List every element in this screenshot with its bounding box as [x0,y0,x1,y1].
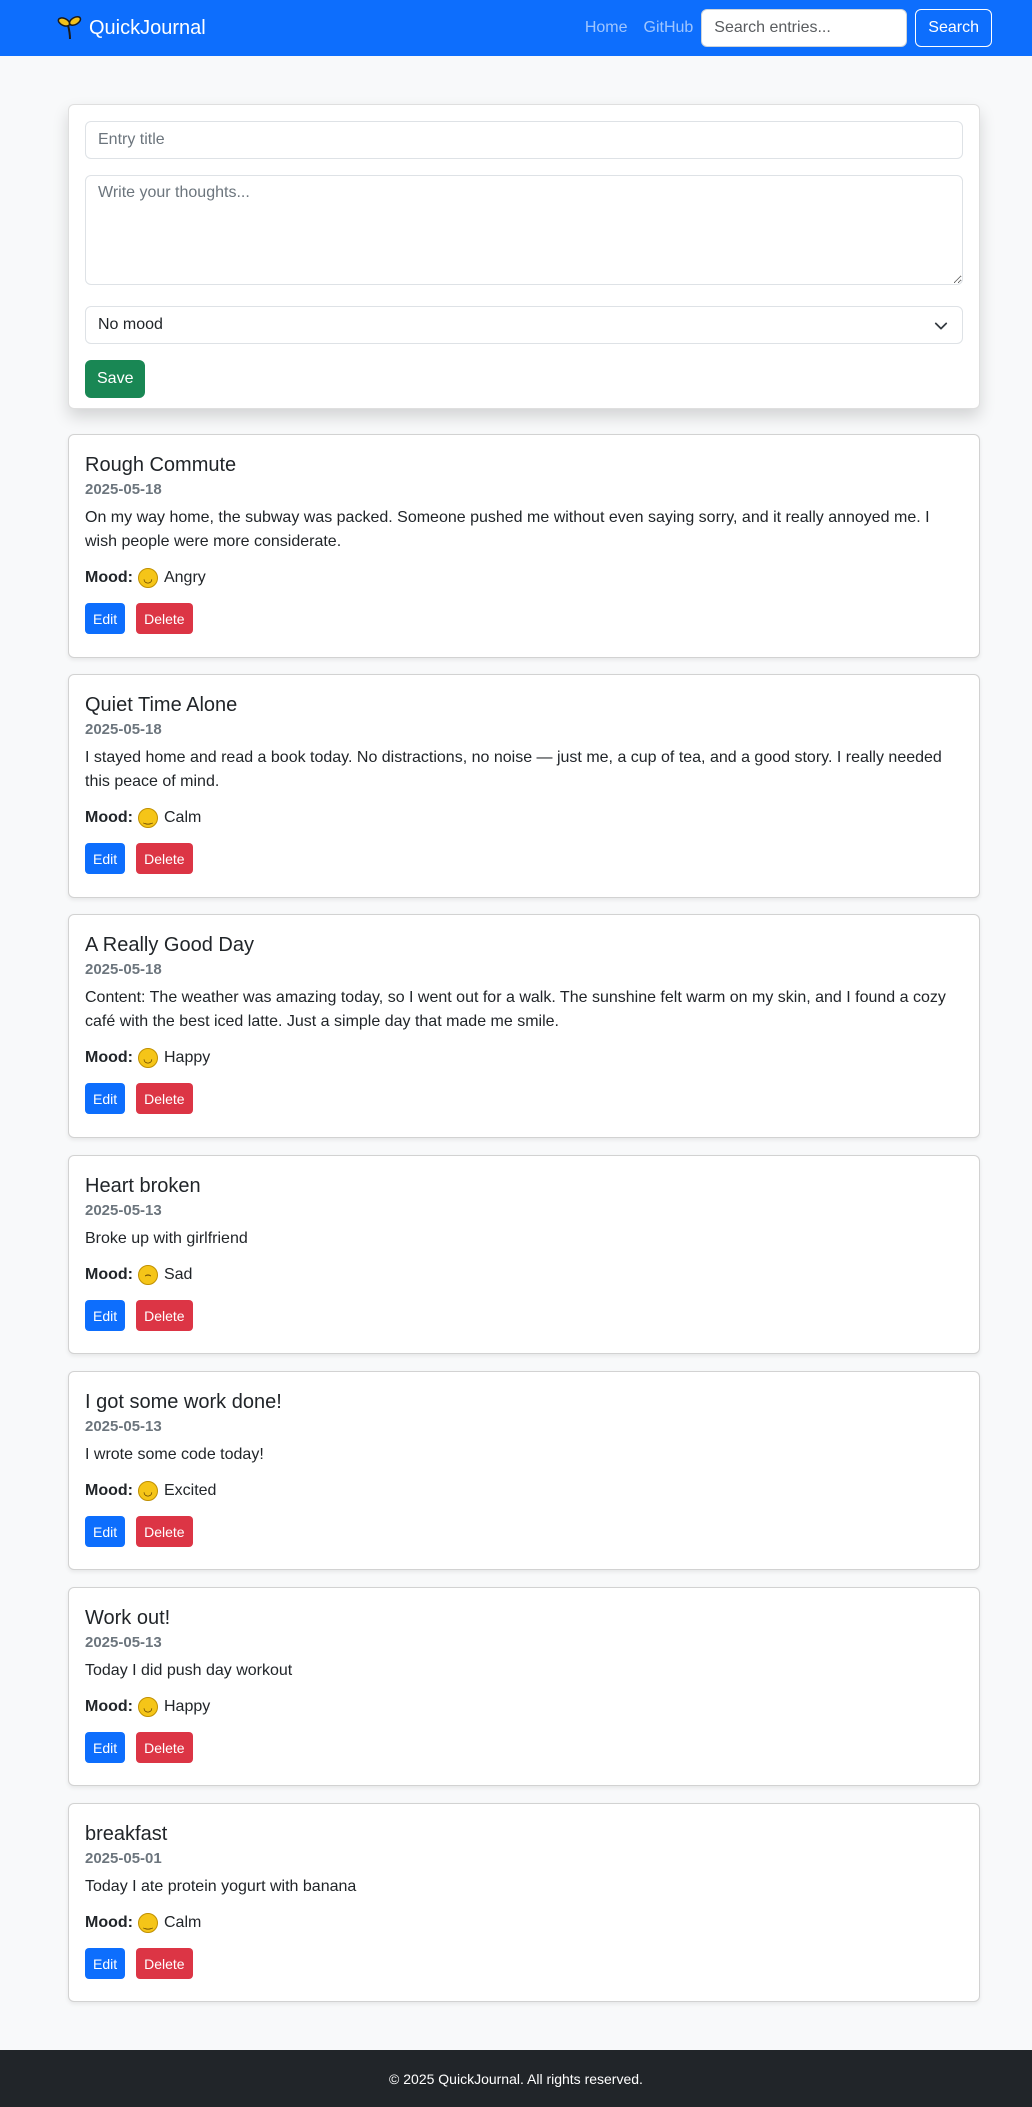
excited-face-icon: ◡ [137,1481,158,1501]
entry-mood: Mood: ‿ Calm [85,1913,963,1933]
mood-label: Mood: [85,1482,133,1499]
entry-mood: Mood: ◡ Excited [85,1481,963,1501]
entry-card: I got some work done! 2025-05-13 I wrote s… [68,1371,980,1570]
happy-face-icon: ◡ [137,1048,158,1068]
delete-button[interactable]: Delete [136,1516,193,1547]
nav-link-home[interactable]: Home [585,19,628,37]
entry-content: On my way home, the subway was packed. S… [85,509,930,550]
entry-mood: Mood: ◡ Angry [85,568,963,588]
edit-button[interactable]: Edit [85,1083,126,1114]
entry-date: 2025-05-18 [85,721,162,738]
mood-label: Mood: [85,569,133,586]
entry-card: Rough Commute 2025-05-18 On my way home, t… [68,434,980,658]
edit-button[interactable]: Edit [85,1732,126,1763]
entry-card: Heart broken 2025-05-13 Broke up with girl… [68,1155,980,1354]
new-entry-form: No mood Save [68,104,980,409]
entry-date: 2025-05-18 [85,481,162,498]
edit-button[interactable]: Edit [85,1300,126,1331]
entry-content: Broke up with girlfriend [85,1230,248,1247]
brand-name: QuickJournal [89,16,206,39]
mood-label: Mood: [85,1914,133,1931]
delete-button[interactable]: Delete [136,603,193,634]
mood-label: Mood: [85,1049,133,1066]
entry-title-input[interactable] [85,121,963,159]
entry-date: 2025-05-18 [85,961,162,978]
entry-date: 2025-05-13 [85,1202,162,1219]
mood-label: Mood: [85,809,133,826]
edit-button[interactable]: Edit [85,603,126,634]
nav-link-github[interactable]: GitHub [644,19,694,37]
mood-label: Mood: [85,1266,133,1283]
brand[interactable]: QuickJournal [57,15,206,41]
entry-mood: Mood: ◡ Happy [85,1697,963,1717]
happy-face-icon: ◡ [137,1697,158,1717]
delete-button[interactable]: Delete [136,1732,193,1763]
entry-card: A Really Good Day 2025-05-18 Content: The … [68,914,980,1138]
sad-face-icon: ⌢ [137,1265,158,1285]
entry-title: I got some work done! [85,1391,282,1413]
calm-face-icon: ‿ [137,1913,158,1933]
delete-button[interactable]: Delete [136,1300,193,1331]
entry-title: Rough Commute [85,454,237,476]
entry-mood: Mood: ‿ Calm [85,808,963,828]
mood-value: Happy [163,1698,211,1715]
entry-date: 2025-05-01 [85,1850,162,1867]
sprout-logo-icon [57,15,82,40]
footer-text: © 2025 QuickJournal. All rights reserved… [389,2070,643,2087]
entry-content: Today I did push day workout [85,1662,293,1679]
delete-button[interactable]: Delete [136,1948,193,1979]
entry-title: Quiet Time Alone [85,694,238,716]
mood-value: Sad [163,1266,193,1283]
navbar: QuickJournal Home GitHub Search [0,0,1032,56]
entry-mood: Mood: ⌢ Sad [85,1265,963,1285]
footer: © 2025 QuickJournal. All rights reserved… [0,2050,1032,2107]
entry-title: A Really Good Day [85,934,254,956]
mood-value: Excited [163,1482,217,1499]
entry-card: Work out! 2025-05-13 Today I did push day … [68,1587,980,1786]
save-button[interactable]: Save [85,360,146,398]
entry-title: Work out! [85,1607,171,1629]
entry-date: 2025-05-13 [85,1418,162,1435]
edit-button[interactable]: Edit [85,1948,126,1979]
entry-content-textarea[interactable] [85,175,963,285]
entry-card: Quiet Time Alone 2025-05-18 I stayed home … [68,674,980,898]
entry-card: breakfast 2025-05-01 Today I ate protein y… [68,1803,980,2002]
entry-title: breakfast [85,1823,168,1845]
entry-date: 2025-05-13 [85,1634,162,1651]
calm-face-icon: ‿ [137,808,158,828]
edit-button[interactable]: Edit [85,843,126,874]
search-button[interactable]: Search [915,9,992,47]
mood-value: Angry [163,569,206,586]
mood-select[interactable]: No mood [85,306,963,344]
chevron-down-icon [934,322,948,330]
delete-button[interactable]: Delete [136,1083,193,1114]
search-input[interactable] [701,9,908,47]
mood-label: Mood: [85,1698,133,1715]
entry-content: Content: The weather was amazing today, … [85,989,946,1030]
edit-button[interactable]: Edit [85,1516,126,1547]
angry-face-icon: ◡ [137,568,158,588]
delete-button[interactable]: Delete [136,843,193,874]
mood-select-value: No mood [98,316,163,333]
entry-mood: Mood: ◡ Happy [85,1048,963,1068]
mood-value: Calm [163,1914,202,1931]
entry-content: I wrote some code today! [85,1446,264,1463]
entry-title: Heart broken [85,1175,201,1197]
entry-content: I stayed home and read a book today. No … [85,749,942,790]
mood-value: Happy [163,1049,211,1066]
entry-content: Today I ate protein yogurt with banana [85,1878,357,1895]
mood-value: Calm [163,809,202,826]
